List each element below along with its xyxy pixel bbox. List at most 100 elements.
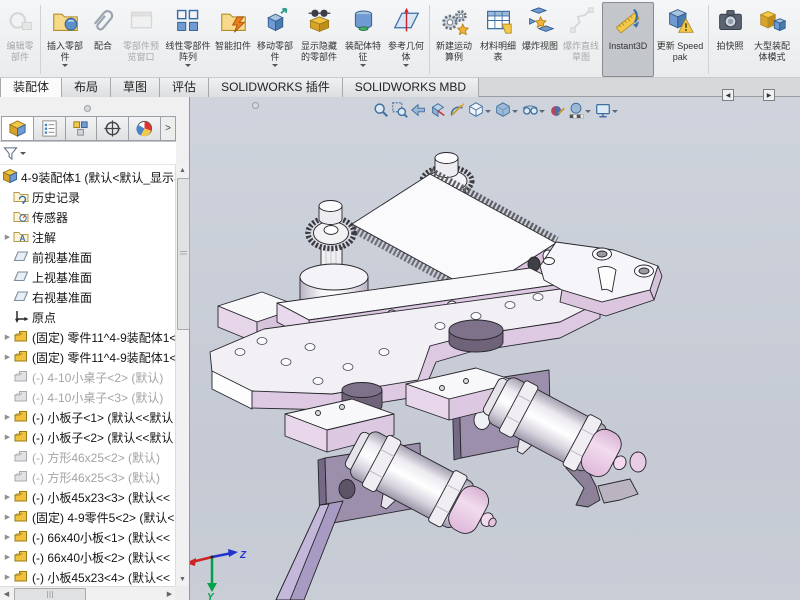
tab-评估[interactable]: 评估 xyxy=(160,78,209,97)
assembly-model[interactable]: X Z Y xyxy=(190,97,800,600)
dropdown-arrow-icon[interactable] xyxy=(512,110,518,116)
zoom-fit-icon[interactable] xyxy=(371,99,390,120)
ribbon-button-bom[interactable]: 材料明细表 xyxy=(476,2,520,77)
dropdown-arrow-icon[interactable] xyxy=(62,64,68,70)
apply-scene-icon[interactable] xyxy=(566,99,585,120)
tree-item[interactable]: (-) 4-10小桌子<2> (默认) xyxy=(0,367,176,387)
ribbon-button-linear[interactable]: 线性零部件阵列 xyxy=(163,2,213,77)
expand-arrow-icon[interactable]: ▶ xyxy=(2,513,13,521)
ribbon-button-refgeo[interactable]: 参考几何体 xyxy=(385,2,427,77)
ribbon-button-snapshot[interactable]: 拍快照 xyxy=(711,2,749,77)
dropdown-arrow-icon[interactable] xyxy=(185,64,191,70)
expand-arrow-icon[interactable]: ▶ xyxy=(2,413,13,421)
tree-item[interactable]: 右视基准面 xyxy=(0,287,176,307)
tree-item[interactable]: ▶(-) 小板45x23<4> (默认<< xyxy=(0,567,176,586)
section-view-icon[interactable] xyxy=(428,99,447,120)
dropdown-arrow-icon[interactable] xyxy=(539,110,545,116)
expand-arrow-icon[interactable]: ▶ xyxy=(2,553,13,561)
annotation-view-icon[interactable] xyxy=(447,99,466,120)
manager-tab-property-manager[interactable] xyxy=(34,117,66,140)
tab-SOLIDWORKS 插件[interactable]: SOLIDWORKS 插件 xyxy=(209,78,343,97)
ribbon-button-mate[interactable]: 配合 xyxy=(87,2,119,77)
ribbon-button-instant3d[interactable]: Instant3D xyxy=(602,2,654,77)
tree-item-label: (-) 66x40小板<1> (默认<< xyxy=(32,529,170,546)
dropdown-arrow-icon[interactable] xyxy=(612,110,618,116)
ribbon-button-largeasm[interactable]: 大型装配体模式 xyxy=(749,2,795,77)
dropdown-arrow-icon[interactable] xyxy=(360,64,366,70)
tree-horizontal-scrollbar[interactable]: ◀ ▶ xyxy=(0,586,176,600)
tree-item[interactable]: (-) 4-10小桌子<3> (默认) xyxy=(0,387,176,407)
pane-previous-button[interactable]: ◀ xyxy=(722,89,734,101)
dropdown-arrow-icon[interactable] xyxy=(585,110,591,116)
expand-arrow-icon[interactable]: ▶ xyxy=(2,233,13,241)
tree-item[interactable]: ▶ (-) 66x40小板<1> (默认<< xyxy=(0,527,176,547)
tree-item[interactable]: 传感器 xyxy=(0,207,176,227)
tree-item[interactable]: 历史记录 xyxy=(0,187,176,207)
part-icon xyxy=(13,548,32,567)
dropdown-arrow-icon[interactable] xyxy=(403,64,409,70)
ribbon-button-asmfeat[interactable]: 装配体特征 xyxy=(341,2,385,77)
expand-arrow-icon[interactable]: ▶ xyxy=(2,433,13,441)
dropdown-arrow-icon[interactable] xyxy=(485,110,491,116)
scroll-up-button[interactable]: ▲ xyxy=(176,164,189,177)
ribbon-button-insert[interactable]: 插入零部件 xyxy=(43,2,87,77)
tree-item[interactable]: ▶ (固定) 4-9零件5<2> (默认< xyxy=(0,507,176,527)
hide-show-items-icon[interactable] xyxy=(520,99,539,120)
tree-item[interactable]: 4-9装配体1 (默认<默认_显示状态 xyxy=(0,167,176,187)
tab-布局[interactable]: 布局 xyxy=(62,78,111,97)
tree-item[interactable]: ▶A注解 xyxy=(0,227,176,247)
tree-item[interactable]: 上视基准面 xyxy=(0,267,176,287)
previous-view-icon[interactable] xyxy=(409,99,428,120)
vertical-scroll-thumb[interactable] xyxy=(177,178,190,330)
scroll-down-button[interactable]: ▼ xyxy=(176,573,189,586)
tree-item[interactable]: ▶(-) 66x40小板<2> (默认<< xyxy=(0,547,176,567)
tree-item[interactable]: (-) 方形46x25<2> (默认) xyxy=(0,447,176,467)
splitter-handle-dot[interactable] xyxy=(84,105,91,112)
part-gray-icon xyxy=(13,468,32,487)
tree-item[interactable]: ▶(-) 小板子<2> (默认<<默认 xyxy=(0,427,176,447)
tree-item[interactable]: 原点 xyxy=(0,307,176,327)
splitter-handle-dot[interactable] xyxy=(252,102,259,109)
tree-item[interactable]: 前视基准面 xyxy=(0,247,176,267)
tree-item[interactable]: ▶(-) 小板45x23<3> (默认<< xyxy=(0,487,176,507)
dropdown-arrow-icon[interactable] xyxy=(272,64,278,70)
ribbon-button-explview[interactable]: 爆炸视图 xyxy=(520,2,560,77)
tree-item[interactable]: ▶(-) 小板子<1> (默认<<默认 xyxy=(0,407,176,427)
graphics-viewport[interactable]: X Z Y xyxy=(190,97,800,600)
manager-tab-feature-tree[interactable] xyxy=(2,117,34,140)
horizontal-scroll-thumb[interactable] xyxy=(14,588,86,600)
view-settings-icon[interactable] xyxy=(593,99,612,120)
tree-item[interactable]: ▶(固定) 零件11^4-9装配体1< xyxy=(0,327,176,347)
tree-vertical-scrollbar[interactable]: ▲ ▼ xyxy=(175,164,189,586)
display-style-icon[interactable] xyxy=(493,99,512,120)
ribbon-button-motion[interactable]: 新建运动算例 xyxy=(432,2,476,77)
expand-arrow-icon[interactable]: ▶ xyxy=(2,493,13,501)
ribbon-button-showhid[interactable]: 显示隐藏的零部件 xyxy=(297,2,341,77)
manager-tab-configuration-manager[interactable] xyxy=(66,117,98,140)
filter-dropdown-arrow[interactable] xyxy=(20,152,26,158)
tree-item-label: (固定) 4-9零件5<2> (默认< xyxy=(32,509,174,526)
pane-next-button[interactable]: ▶ xyxy=(763,89,775,101)
tab-SOLIDWORKS MBD[interactable]: SOLIDWORKS MBD xyxy=(343,78,479,97)
ribbon-button-speedpak[interactable]: 更新 Speedpak xyxy=(654,2,706,77)
model-leg-left[interactable] xyxy=(276,501,343,600)
manager-tabs-overflow-button[interactable]: > xyxy=(161,117,175,140)
tree-item[interactable]: (-) 方形46x25<3> (默认) xyxy=(0,467,176,487)
ribbon-button-label: 插入零部件 xyxy=(44,41,86,62)
ribbon-button-move[interactable]: 移动零部件 xyxy=(253,2,297,77)
tree-item[interactable]: ▶(固定) 零件11^4-9装配体1< xyxy=(0,347,176,367)
expand-arrow-icon[interactable]: ▶ xyxy=(2,333,13,341)
edit-appearance-icon[interactable] xyxy=(547,99,566,120)
zoom-area-icon[interactable] xyxy=(390,99,409,120)
tab-草图[interactable]: 草图 xyxy=(111,78,160,97)
expand-arrow-icon[interactable]: ▶ xyxy=(2,353,13,361)
expand-arrow-icon[interactable]: ▶ xyxy=(2,533,13,541)
manager-tab-display-manager[interactable] xyxy=(129,117,161,140)
manager-tab-dimxpert[interactable] xyxy=(97,117,129,140)
expand-arrow-icon[interactable]: ▶ xyxy=(2,573,13,581)
view-orientation-icon[interactable] xyxy=(466,99,485,120)
tab-装配体[interactable]: 装配体 xyxy=(0,78,62,97)
scroll-left-button[interactable]: ◀ xyxy=(0,587,13,600)
tree-filter-bar[interactable] xyxy=(0,142,176,165)
ribbon-button-smart[interactable]: 智能扣件 xyxy=(213,2,253,77)
